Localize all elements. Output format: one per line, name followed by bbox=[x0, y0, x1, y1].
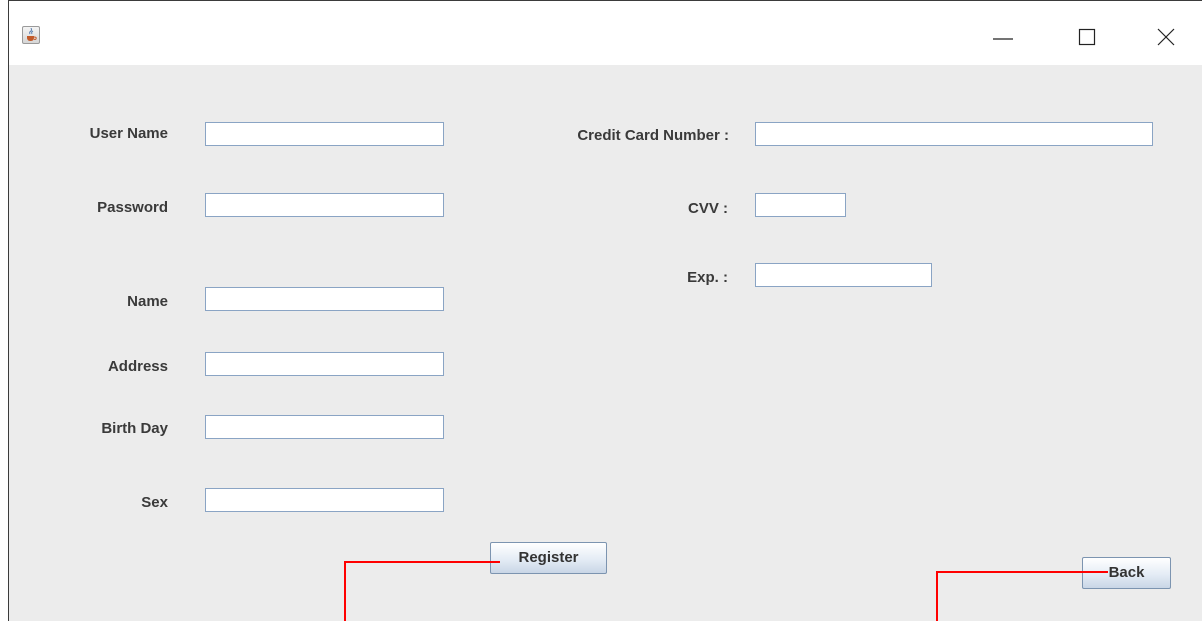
sex-input[interactable] bbox=[205, 488, 444, 512]
name-input[interactable] bbox=[205, 287, 444, 311]
birthday-input[interactable] bbox=[205, 415, 444, 439]
maximize-icon[interactable] bbox=[1075, 25, 1099, 49]
card-number-input[interactable] bbox=[755, 122, 1153, 146]
birthday-label: Birth Day bbox=[101, 420, 168, 437]
register-annotation-vertical-line bbox=[344, 561, 346, 621]
minimize-icon[interactable] bbox=[991, 25, 1015, 49]
password-input[interactable] bbox=[205, 193, 444, 217]
title-bar bbox=[9, 1, 1202, 65]
cvv-label: CVV : bbox=[687, 200, 728, 217]
address-input[interactable] bbox=[205, 352, 444, 376]
name-label: Name bbox=[127, 293, 168, 310]
register-annotation-horizontal-line bbox=[344, 561, 500, 563]
password-label: Password bbox=[97, 199, 168, 216]
card-number-label: Credit Card Number : bbox=[577, 127, 729, 144]
username-label: User Name bbox=[89, 125, 168, 142]
exp-input[interactable] bbox=[755, 263, 932, 287]
app-window: User Name Password Name Address Birth Da… bbox=[8, 0, 1202, 621]
address-label: Address bbox=[107, 358, 168, 375]
cvv-input[interactable] bbox=[755, 193, 846, 217]
sex-label: Sex bbox=[141, 494, 168, 511]
username-input[interactable] bbox=[205, 122, 444, 146]
form-panel: User Name Password Name Address Birth Da… bbox=[9, 65, 1202, 621]
back-annotation-horizontal-line bbox=[936, 571, 1108, 573]
register-button[interactable]: Register bbox=[490, 542, 607, 574]
close-icon[interactable] bbox=[1154, 25, 1178, 49]
exp-label: Exp. : bbox=[687, 269, 728, 286]
java-cup-icon[interactable] bbox=[22, 26, 40, 44]
back-button[interactable]: Back bbox=[1082, 557, 1171, 589]
back-annotation-vertical-line bbox=[936, 571, 938, 621]
